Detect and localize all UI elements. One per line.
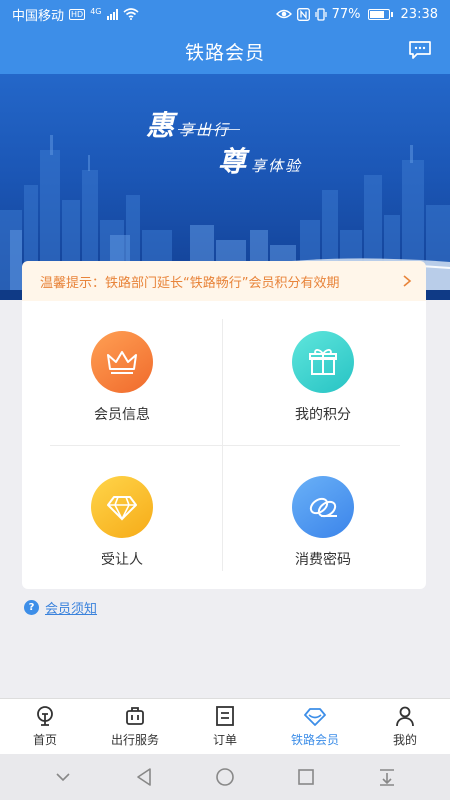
transferee-label: 受让人 [101,552,143,568]
wifi-icon [122,8,139,20]
my-points-label: 我的积分 [295,407,351,423]
user-icon [396,706,414,727]
status-right: 77% 23:38 [275,6,438,22]
tab-railway-member[interactable]: 铁路会员 [270,699,360,754]
payment-password-button[interactable]: 消费密码 [223,446,423,590]
transferee-button[interactable]: 受让人 [22,446,222,590]
member-info-label: 会员信息 [94,407,150,423]
battery-percent: 77% [331,6,361,22]
chevron-down-icon[interactable] [52,766,74,788]
tab-home-label: 首页 [32,733,57,747]
vibrate-icon [315,7,327,21]
status-bar: 中国移动 HD 4G 77% 23:38 [0,0,450,28]
chat-icon[interactable] [408,40,432,60]
gift-icon [292,331,354,393]
notice-banner[interactable]: 温馨提示：铁路部门延长“铁路畅行”会员积分有效期 [22,261,426,301]
tab-home[interactable]: 首页 [0,699,90,754]
tab-travel-service[interactable]: 出行服务 [90,699,180,754]
home-icon [37,706,53,726]
tab-railway-member-label: 铁路会员 [290,733,339,747]
tab-orders[interactable]: 订单 [180,699,270,754]
notification-pull-icon[interactable] [376,766,398,788]
nfc-icon [296,7,310,21]
system-nav-bar [0,754,450,800]
carrier-label: 中国移动 [12,8,65,24]
recents-icon[interactable] [295,766,317,788]
member-rules-label: 会员须知 [45,602,98,617]
signal-icon [106,8,118,20]
coins-icon [292,476,354,538]
status-left: 中国移动 HD 4G [12,5,139,24]
diamond-icon [91,476,153,538]
clock: 23:38 [400,6,438,22]
tab-travel-service-label: 出行服务 [110,733,159,747]
my-points-button[interactable]: 我的积分 [223,301,423,445]
network-type: 4G [90,6,102,16]
bottom-tab-bar: 首页 出行服务 订单 铁路会员 我的 [0,698,450,754]
page-title: 铁路会员 [184,41,265,64]
chevron-right-icon [403,275,412,287]
member-rules-link[interactable]: ? 会员须知 [24,598,97,617]
question-icon: ? [24,600,39,615]
member-feature-grid: 会员信息 我的积分 受让人 消费密码 [22,301,426,589]
tab-mine-label: 我的 [392,733,417,747]
home-circle-icon[interactable] [214,766,236,788]
notice-text: 温馨提示：铁路部门延长“铁路畅行”会员积分有效期 [40,275,340,291]
back-icon[interactable] [133,766,155,788]
tab-mine[interactable]: 我的 [360,699,450,754]
tab-orders-label: 订单 [212,733,237,747]
crown-icon [91,331,153,393]
luggage-icon [126,707,144,725]
order-icon [216,706,234,726]
eye-icon [275,9,292,19]
diamond-icon [304,708,326,726]
member-info-button[interactable]: 会员信息 [22,301,222,445]
app-header: 铁路会员 [0,28,450,74]
hd-badge: HD [69,8,86,20]
payment-password-label: 消费密码 [295,552,351,568]
battery-icon [367,8,393,20]
